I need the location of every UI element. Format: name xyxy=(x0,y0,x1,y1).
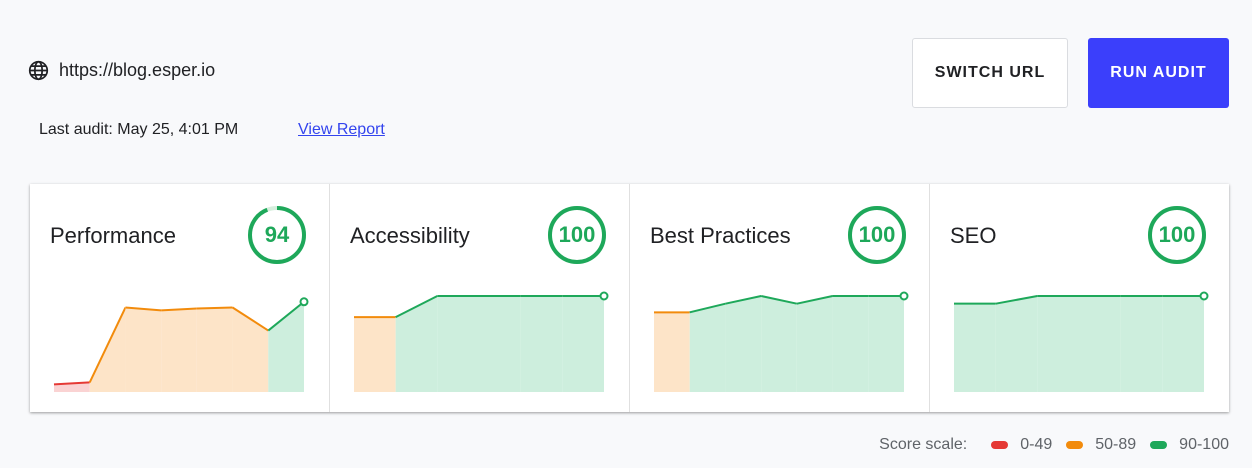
chart-line-segment xyxy=(196,306,233,310)
chart-area xyxy=(796,296,833,392)
latest-point xyxy=(599,291,609,301)
legend-item-label: 90-100 xyxy=(1179,436,1229,453)
card-accessibility[interactable]: Accessibility 100 xyxy=(330,184,630,412)
card-performance[interactable]: Performance 94 xyxy=(30,184,330,412)
score-gauge: 100 xyxy=(546,204,608,266)
site-url: https://blog.esper.io xyxy=(59,60,216,80)
chart-area xyxy=(868,296,904,392)
legend-item-average: 50-89 xyxy=(1066,436,1136,454)
card-title: Performance xyxy=(50,223,176,248)
chart-area xyxy=(125,307,162,392)
run-audit-button[interactable]: RUN AUDIT xyxy=(1088,38,1229,108)
legend-swatch-good xyxy=(1150,441,1168,449)
chart-area xyxy=(689,303,726,392)
globe-icon xyxy=(28,60,49,81)
score-gauge: 94 xyxy=(246,204,308,266)
score-value: 94 xyxy=(264,222,290,247)
chart-area xyxy=(479,296,521,392)
best-practices-chart xyxy=(654,291,909,392)
legend-swatch-poor xyxy=(991,441,1009,449)
url-row: https://blog.esper.io xyxy=(28,60,215,81)
seo-chart xyxy=(954,291,1209,392)
chart-area xyxy=(1037,296,1079,392)
score-value: 100 xyxy=(1158,222,1196,247)
legend-item-label: 0-49 xyxy=(1020,436,1053,453)
performance-chart xyxy=(53,297,309,392)
score-scale-legend: Score scale: 0-49 50-89 90-100 xyxy=(879,436,1229,454)
chart-area xyxy=(725,296,762,392)
chart-area xyxy=(354,317,396,392)
latest-point xyxy=(899,291,909,301)
chart-area xyxy=(654,312,690,392)
chart-area xyxy=(562,296,604,392)
score-value: 100 xyxy=(558,222,596,247)
score-value: 100 xyxy=(858,222,896,247)
legend-item-label: 50-89 xyxy=(1095,436,1137,453)
score-gauge: 100 xyxy=(846,204,908,266)
card-best-practices[interactable]: Best Practices 100 xyxy=(630,184,930,412)
chart-area xyxy=(1120,296,1163,392)
legend-label: Score scale: xyxy=(879,436,968,453)
latest-point xyxy=(299,297,309,307)
chart-area xyxy=(395,296,438,392)
chart-area xyxy=(954,303,996,392)
chart-area xyxy=(761,296,797,392)
chart-area xyxy=(520,296,563,392)
legend-swatch-average xyxy=(1066,441,1084,449)
legend-item-poor: 0-49 xyxy=(991,436,1052,454)
view-report-link[interactable]: View Report xyxy=(298,121,385,139)
accessibility-chart xyxy=(354,291,609,392)
chart-area xyxy=(832,296,869,392)
chart-area xyxy=(161,308,197,392)
card-title: Accessibility xyxy=(350,223,470,248)
card-title: SEO xyxy=(950,223,997,248)
chart-area xyxy=(196,307,233,392)
card-seo[interactable]: SEO 100 xyxy=(930,184,1229,412)
chart-area xyxy=(1079,296,1121,392)
last-audit-text: Last audit: May 25, 4:01 PM xyxy=(39,121,239,138)
switch-url-button[interactable]: SWITCH URL xyxy=(912,38,1068,108)
score-cards: Performance 94 Accessibility 100 Best Pr… xyxy=(30,184,1229,412)
latest-point xyxy=(1199,291,1209,301)
card-title: Best Practices xyxy=(650,223,791,248)
chart-area xyxy=(1162,296,1204,392)
legend-item-good: 90-100 xyxy=(1150,436,1229,454)
score-gauge: 100 xyxy=(1146,204,1208,266)
chart-area xyxy=(995,296,1038,392)
chart-area xyxy=(437,296,479,392)
